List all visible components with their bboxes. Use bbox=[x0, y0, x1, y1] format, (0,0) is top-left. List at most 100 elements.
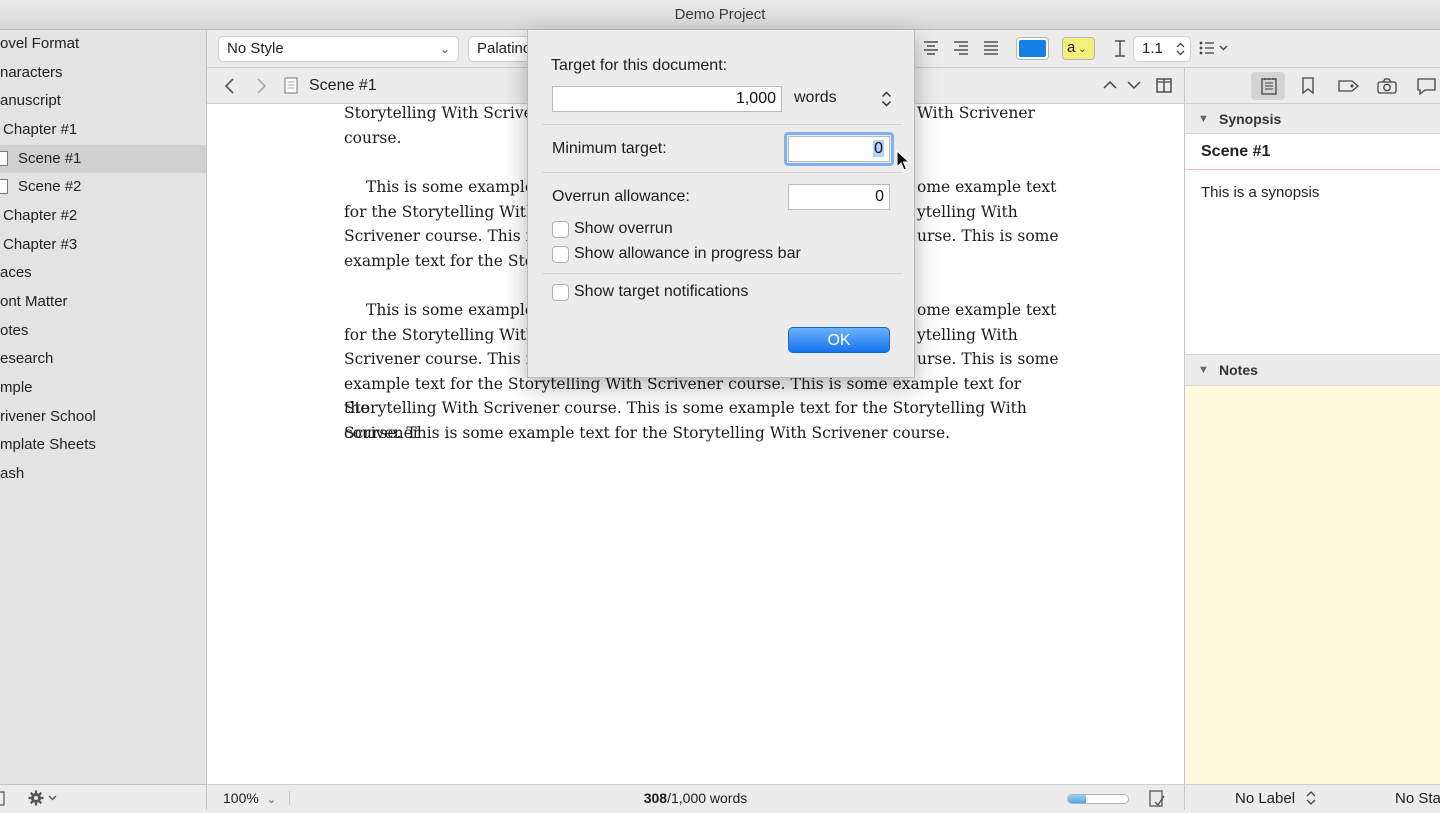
minimum-target-label: Minimum target: bbox=[552, 140, 667, 157]
target-unit-popup[interactable]: words bbox=[786, 86, 896, 112]
paragraph-3-line-1-tail: ome example text bbox=[917, 301, 1057, 319]
ok-button[interactable]: OK bbox=[788, 327, 890, 353]
style-popup-value: No Style bbox=[227, 40, 284, 57]
window-title: Demo Project bbox=[0, 0, 1440, 30]
binder-item-sample[interactable]: mple bbox=[0, 374, 33, 402]
paragraph-3-line-3-tail: urse. This is some bbox=[917, 350, 1059, 368]
target-progress-fill bbox=[1068, 795, 1087, 803]
binder-item-chapter-1[interactable]: Chapter #1 bbox=[3, 116, 77, 144]
font-popup-value: Palatino bbox=[477, 40, 532, 57]
synopsis-title-field[interactable]: Scene #1 bbox=[1185, 135, 1440, 170]
text-color-swatch bbox=[1019, 40, 1046, 57]
binder-sidebar: ovel Format naracters anuscript Chapter … bbox=[0, 30, 207, 810]
word-count-current: 308 bbox=[643, 790, 668, 806]
mouse-cursor-icon bbox=[896, 150, 910, 171]
separator bbox=[542, 124, 902, 125]
document-target-dialog: Target for this document: 1,000 words Mi… bbox=[527, 30, 915, 378]
word-count-target: /1,000 words bbox=[667, 790, 748, 806]
show-overrun-label: Show overrun bbox=[574, 220, 673, 237]
separator bbox=[542, 273, 902, 274]
status-popup[interactable]: No Sta bbox=[1395, 785, 1440, 813]
line-spacing-popup[interactable]: 1.1 bbox=[1133, 36, 1191, 62]
align-justify-icon[interactable] bbox=[983, 41, 999, 55]
show-notifications-label: Show target notifications bbox=[574, 283, 749, 300]
binder-item-characters[interactable]: naracters bbox=[0, 59, 63, 87]
target-icon[interactable] bbox=[1148, 790, 1166, 808]
disclosure-triangle-icon: ▼ bbox=[1198, 113, 1209, 125]
binder-item-research[interactable]: esearch bbox=[0, 345, 53, 373]
document-icon bbox=[0, 179, 8, 194]
show-allowance-checkbox[interactable] bbox=[552, 246, 569, 263]
gear-icon[interactable] bbox=[28, 790, 60, 806]
line-spacing-value: 1.1 bbox=[1142, 40, 1163, 57]
tag-icon[interactable] bbox=[1338, 79, 1360, 93]
binder-item-scene-1[interactable]: Scene #1 bbox=[0, 145, 206, 173]
binder-item-label: Scene #1 bbox=[18, 150, 82, 167]
split-editor-icon[interactable] bbox=[1156, 78, 1172, 93]
target-label: Target for this document: bbox=[551, 57, 728, 74]
overrun-allowance-label: Overrun allowance: bbox=[552, 188, 690, 205]
stepper-arrows-icon bbox=[1306, 791, 1316, 805]
show-notifications-checkbox[interactable] bbox=[552, 284, 569, 301]
label-popup[interactable]: No Label bbox=[1235, 785, 1295, 813]
editor-footer-bar: 100% ⌄ 308/1,000 words bbox=[207, 784, 1184, 810]
paragraph-3-line-2-tail: ytelling With bbox=[917, 325, 1018, 344]
line-spacing-icon bbox=[1115, 40, 1125, 57]
align-right-icon[interactable] bbox=[953, 41, 969, 55]
back-arrow-icon[interactable] bbox=[224, 78, 236, 94]
target-value-field[interactable]: 1,000 bbox=[552, 86, 782, 112]
notes-header-label: Notes bbox=[1219, 362, 1258, 378]
inspector-footer: No Label No Sta bbox=[1184, 784, 1440, 810]
highlight-color-well[interactable]: a ⌄ bbox=[1062, 37, 1095, 60]
binder-item-front-matter[interactable]: ont Matter bbox=[0, 288, 68, 316]
notes-section-header[interactable]: ▼ Notes bbox=[1185, 354, 1440, 386]
header-document-title[interactable]: Scene #1 bbox=[309, 68, 377, 104]
binder-item-label: Scene #2 bbox=[18, 178, 82, 195]
binder-item-notes[interactable]: otes bbox=[0, 317, 28, 345]
text-color-well[interactable] bbox=[1016, 37, 1049, 60]
inspector-panel: ▼ Synopsis Scene #1 This is a synopsis ▼… bbox=[1184, 104, 1440, 784]
stepper-arrows-icon bbox=[1176, 42, 1185, 56]
inspector-tab-bar bbox=[1184, 68, 1440, 104]
comment-icon[interactable] bbox=[1417, 78, 1437, 96]
notes-text-area[interactable] bbox=[1185, 386, 1440, 784]
binder-item-chapter-2[interactable]: Chapter #2 bbox=[3, 202, 77, 230]
binder-item-template-sheets[interactable]: mplate Sheets bbox=[0, 431, 96, 459]
notepad-icon[interactable] bbox=[1261, 77, 1277, 95]
binder-item-novel-format[interactable]: ovel Format bbox=[0, 30, 79, 58]
binder-item-chapter-3[interactable]: Chapter #3 bbox=[3, 231, 77, 259]
bookmark-icon[interactable] bbox=[1301, 77, 1315, 95]
show-overrun-checkbox[interactable] bbox=[552, 221, 569, 238]
binder-item-scrivener-school[interactable]: rivener School bbox=[0, 403, 96, 431]
binder-footer bbox=[0, 784, 206, 810]
forward-arrow-icon[interactable] bbox=[255, 78, 267, 94]
align-center-icon[interactable] bbox=[923, 41, 939, 55]
next-document-icon[interactable] bbox=[1127, 80, 1141, 90]
target-progress-bar bbox=[1067, 794, 1129, 804]
camera-icon[interactable] bbox=[1377, 78, 1397, 94]
synopsis-section-header[interactable]: ▼ Synopsis bbox=[1185, 104, 1440, 134]
separator bbox=[542, 172, 902, 173]
overrun-allowance-field[interactable]: 0 bbox=[788, 184, 890, 210]
minimum-target-value: 0 bbox=[873, 140, 884, 157]
stepper-arrows-icon bbox=[881, 91, 892, 107]
add-icon[interactable] bbox=[0, 791, 6, 807]
document-icon bbox=[284, 77, 298, 94]
paragraph-2-line-1-tail: ome example text bbox=[917, 178, 1057, 196]
binder-item-manuscript[interactable]: anuscript bbox=[0, 87, 61, 115]
style-popup[interactable]: No Style ⌄ bbox=[218, 36, 459, 62]
binder-item-trash[interactable]: ash bbox=[0, 460, 24, 488]
status-value: No Sta bbox=[1395, 790, 1440, 807]
paragraph-2-line-2-tail: ytelling With bbox=[917, 202, 1018, 221]
minimum-target-field[interactable]: 0 bbox=[788, 136, 890, 162]
synopsis-text[interactable]: This is a synopsis bbox=[1201, 184, 1319, 201]
paragraph-3-line-6: course. This is some example text for th… bbox=[344, 423, 951, 442]
binder-item-places[interactable]: aces bbox=[0, 259, 32, 287]
paragraph-1-line-1-tail: With Scrivener bbox=[917, 104, 1035, 122]
previous-document-icon[interactable] bbox=[1103, 80, 1117, 90]
disclosure-triangle-icon: ▼ bbox=[1198, 364, 1209, 376]
synopsis-header-label: Synopsis bbox=[1219, 111, 1282, 127]
list-bullets-icon[interactable] bbox=[1199, 40, 1233, 56]
chevron-down-icon: ⌄ bbox=[1075, 44, 1087, 55]
binder-item-scene-2[interactable]: Scene #2 bbox=[0, 173, 81, 201]
